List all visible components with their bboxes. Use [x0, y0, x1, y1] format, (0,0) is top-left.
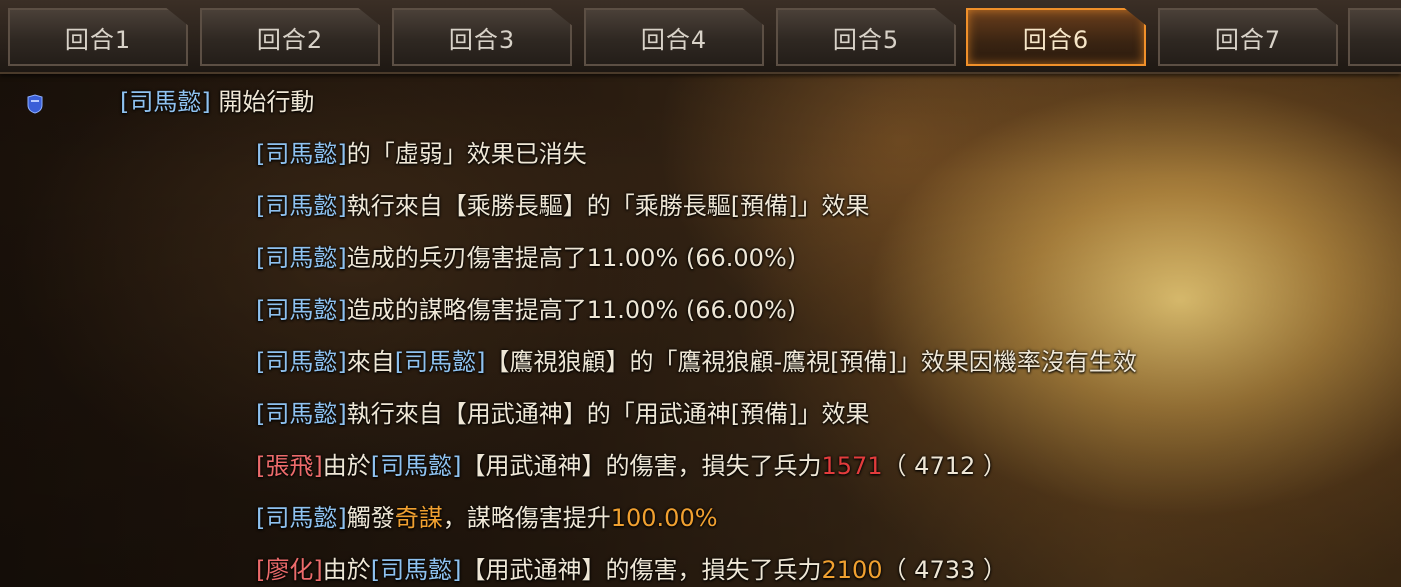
- general-name: [司馬懿]: [256, 400, 347, 428]
- tab-round-1[interactable]: 回合1: [8, 8, 188, 66]
- log-line: [司馬懿]造成的謀略傷害提高了11.00% (66.00%): [256, 296, 797, 324]
- general-name: [司馬懿]: [256, 244, 347, 272]
- tab-round-6[interactable]: 回合6: [966, 8, 1146, 66]
- damage-value: 1571: [821, 452, 883, 480]
- tab-round-3[interactable]: 回合3: [392, 8, 572, 66]
- log-line: [司馬懿] 開始行動: [120, 88, 315, 116]
- log-line: [司馬懿]來自[司馬懿]【鷹視狼顧】的「鷹視狼顧-鷹視[預備]」效果因機率沒有生…: [256, 348, 1137, 376]
- round-tab-bar: 回合1 回合2 回合3 回合4 回合5 回合6 回合7: [0, 0, 1401, 74]
- general-name: [司馬懿]: [256, 140, 347, 168]
- general-name: [司馬懿]: [370, 556, 462, 584]
- enemy-general-name: [張飛]: [256, 452, 323, 480]
- log-line: [司馬懿]的「虛弱」效果已消失: [256, 140, 587, 168]
- tab-round-7[interactable]: 回合7: [1158, 8, 1338, 66]
- log-line: [張飛]由於[司馬懿]【用武通神】的傷害，損失了兵力1571（ 4712 ）: [256, 452, 1007, 480]
- tab-round-2[interactable]: 回合2: [200, 8, 380, 66]
- buff-value: 100.00%: [610, 504, 718, 532]
- general-name: [司馬懿]: [256, 192, 347, 220]
- tab-round-5[interactable]: 回合5: [776, 8, 956, 66]
- general-name: [司馬懿]: [394, 348, 486, 376]
- tab-round-next[interactable]: [1348, 8, 1401, 66]
- general-name: [司馬懿]: [256, 296, 347, 324]
- log-line: [司馬懿]觸發奇謀，謀略傷害提升100.00%: [256, 504, 718, 532]
- skill-name: 奇謀: [394, 504, 443, 532]
- general-name: [司馬懿]: [256, 348, 347, 376]
- log-line: [司馬懿]執行來自【用武通神】的「用武通神[預備]」效果: [256, 400, 870, 428]
- general-name: [司馬懿]: [370, 452, 462, 480]
- log-line: [司馬懿]造成的兵刃傷害提高了11.00% (66.00%): [256, 244, 797, 272]
- damage-value: 2100: [821, 556, 883, 584]
- log-line: [廖化]由於[司馬懿]【用武通神】的傷害，損失了兵力2100（ 4733 ）: [256, 556, 1007, 584]
- battle-log: [司馬懿] 開始行動 [司馬懿]的「虛弱」效果已消失 [司馬懿]執行來自【乘勝長…: [0, 76, 1401, 587]
- enemy-general-name: [廖化]: [256, 556, 323, 584]
- general-name: [司馬懿]: [120, 88, 211, 116]
- general-name: [司馬懿]: [256, 504, 347, 532]
- tab-round-4[interactable]: 回合4: [584, 8, 764, 66]
- log-line: [司馬懿]執行來自【乘勝長驅】的「乘勝長驅[預備]」效果: [256, 192, 870, 220]
